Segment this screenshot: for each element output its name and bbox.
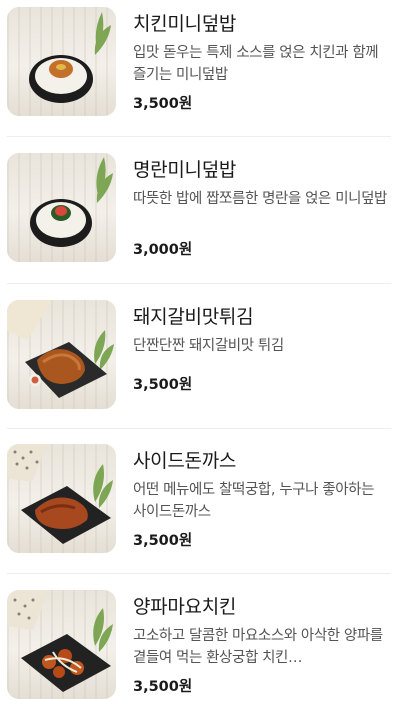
- onion-mayo-chicken-plate-icon: [7, 590, 116, 699]
- menu-item-description: 단짠단짠 돼지갈비맛 튀김: [133, 338, 284, 354]
- menu-item-name: 양파마요치킨: [133, 596, 237, 618]
- menu-item-price: 3,500원: [133, 96, 193, 112]
- rice-bowl-pollack-roe-icon: [7, 153, 116, 262]
- menu-item-name: 치킨미니덮밥: [133, 13, 237, 35]
- divider: [7, 428, 391, 429]
- fried-pork-plate-icon: [7, 300, 116, 409]
- divider: [7, 136, 391, 137]
- menu-item-pork-galbi-fry[interactable]: 돼지갈비맛튀김 단짠단짠 돼지갈비맛 튀김 3,500원: [0, 293, 401, 433]
- menu-item-onion-mayo-chicken[interactable]: 양파마요치킨 고소하고 달콤한 마요소스와 아삭한 양파를 곁들여 먹는 환상궁…: [0, 583, 401, 723]
- rice-bowl-chicken-icon: [7, 7, 116, 116]
- menu-item-name: 돼지갈비맛튀김: [133, 306, 254, 328]
- menu-list: 치킨미니덮밥 입맛 돋우는 특제 소스를 얹은 치킨과 함께 즐기는 미니덮밥 …: [0, 0, 401, 707]
- menu-item-name: 명란미니덮밥: [133, 159, 237, 181]
- menu-item-price: 3,500원: [133, 679, 193, 695]
- menu-item-name: 사이드돈까스: [133, 450, 237, 472]
- divider: [7, 283, 391, 284]
- menu-item-price: 3,000원: [133, 242, 193, 258]
- menu-item-description: 따뜻한 밥에 짭쪼름한 명란을 얹은 미니덮밥: [133, 191, 387, 207]
- divider: [7, 573, 391, 574]
- pork-cutlet-plate-icon: [7, 444, 116, 553]
- menu-item-description: 고소하고 달콤한 마요소스와 아삭한 양파를 곁들여 먹는 환상궁합 치킨…: [133, 628, 383, 666]
- menu-item-pollack-roe-mini-rice-bowl[interactable]: 명란미니덮밥 따뜻한 밥에 짭쪼름한 명란을 얹은 미니덮밥 3,000원: [0, 146, 401, 286]
- menu-item-chicken-mini-rice-bowl[interactable]: 치킨미니덮밥 입맛 돋우는 특제 소스를 얹은 치킨과 함께 즐기는 미니덮밥 …: [0, 0, 401, 140]
- menu-item-price: 3,500원: [133, 377, 193, 393]
- menu-item-price: 3,500원: [133, 533, 193, 549]
- menu-item-side-pork-cutlet[interactable]: 사이드돈까스 어떤 메뉴에도 찰떡궁합, 누구나 좋아하는 사이드돈까스 3,5…: [0, 437, 401, 577]
- menu-item-description: 어떤 메뉴에도 찰떡궁합, 누구나 좋아하는 사이드돈까스: [133, 482, 375, 520]
- menu-item-description: 입맛 돋우는 특제 소스를 얹은 치킨과 함께 즐기는 미니덮밥: [133, 45, 379, 83]
